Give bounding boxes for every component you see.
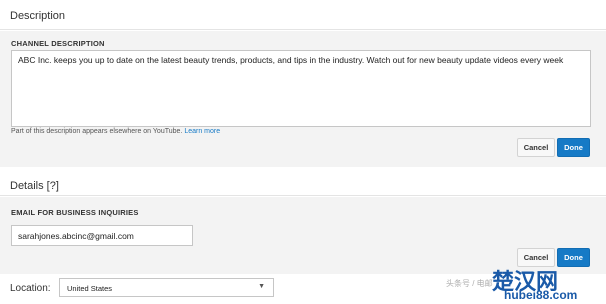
details-header: Details [?] [0,168,606,196]
description-title: Description [10,10,66,22]
business-email-label: EMAIL FOR BUSINESS INQUIRIES [11,208,139,217]
channel-description-label: CHANNEL DESCRIPTION [11,39,105,48]
watermark-url: hubei88.com [504,288,578,302]
description-help-text: Part of this description appears elsewhe… [11,128,220,135]
channel-description-field[interactable]: ABC Inc. keeps you up to date on the lat… [11,50,591,127]
description-cancel-button[interactable]: Cancel [517,138,555,157]
location-selected-value: United States [67,284,113,293]
business-email-field[interactable]: sarahjones.abcinc@gmail.com [11,225,193,246]
description-done-button[interactable]: Done [557,138,590,157]
details-title: Details [?] [10,180,59,192]
watermark: 头条号 / 电邮 楚汉网 hubei88.com [444,264,604,302]
location-select[interactable]: United States ▼ [59,278,274,297]
description-header: Description [0,0,606,30]
location-label: Location: [10,283,51,294]
caret-down-icon: ▼ [258,283,265,290]
watermark-small-text: 头条号 / 电邮 [446,279,493,288]
help-text-body: Part of this description appears elsewhe… [11,128,183,135]
learn-more-link[interactable]: Learn more [184,128,220,135]
